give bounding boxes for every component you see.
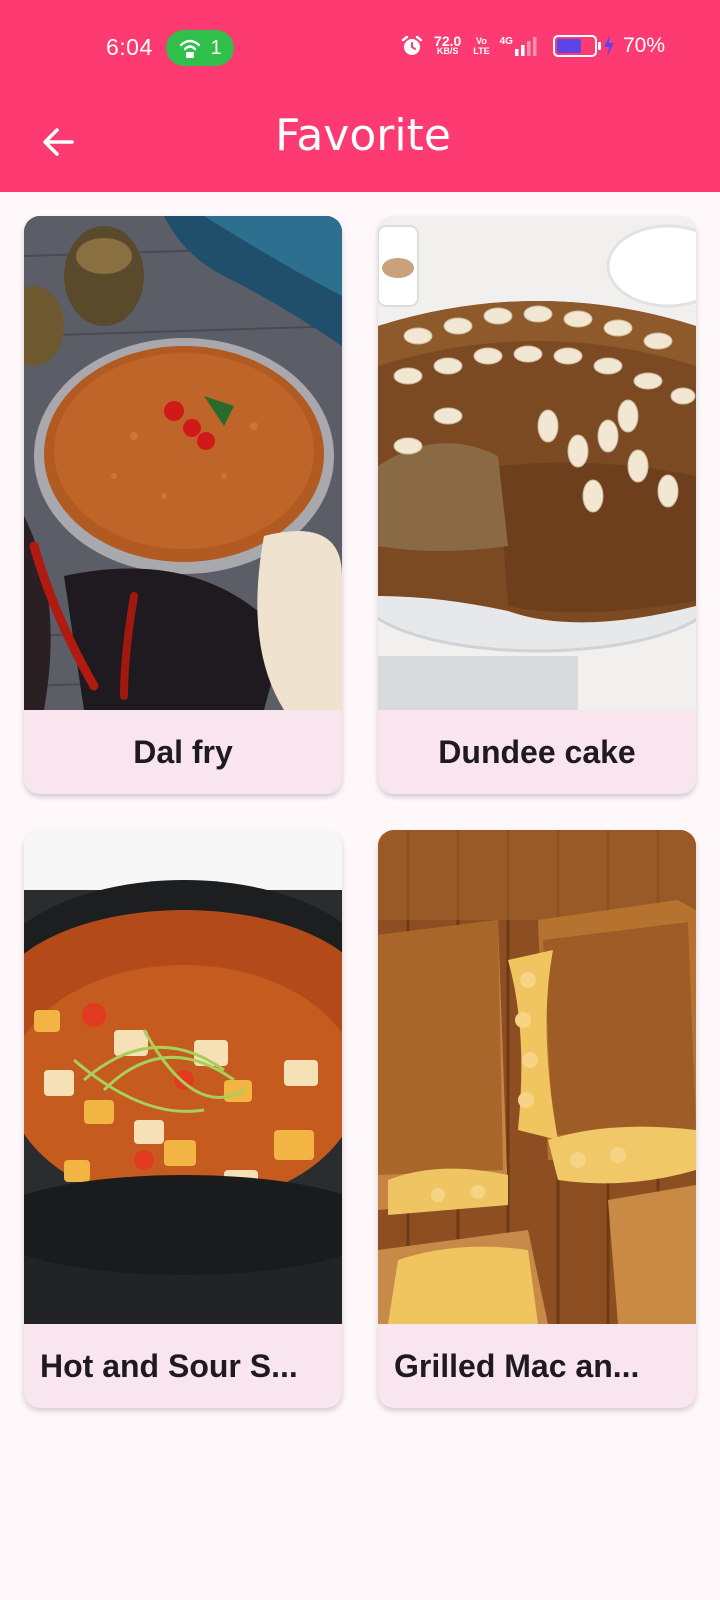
hot-and-sour-soup-illustration — [24, 830, 342, 1324]
favorite-card-title: Grilled Mac an... — [378, 1324, 696, 1408]
dal-fry-photo — [24, 216, 342, 710]
net-speed-value: 72.0 — [434, 33, 462, 49]
dal-fry-illustration — [24, 216, 342, 710]
dundee-cake-illustration — [378, 216, 696, 710]
hotspot-count: 1 — [210, 36, 222, 59]
favorite-card[interactable]: Grilled Mac an... — [378, 830, 696, 1408]
favorite-card[interactable]: Dal fry — [24, 216, 342, 794]
page-title: Favorite — [275, 110, 451, 161]
volte-indicator: Vo LTE — [473, 36, 489, 56]
net-speed: 72.0 KB/S — [434, 33, 462, 56]
top-bar: 6:04 1 72.0 KB/S Vo LTE 4G 70% Favorite — [0, 0, 720, 192]
volte-bottom: LTE — [473, 46, 490, 56]
favorite-card[interactable]: Dundee cake — [378, 216, 696, 794]
alarm-icon — [401, 35, 423, 55]
dundee-cake-photo — [378, 216, 696, 710]
battery-icon — [552, 35, 601, 57]
net-speed-unit: KB/S — [436, 46, 459, 56]
network-type: 4G — [499, 36, 513, 47]
favorite-card-title-text: Dundee cake — [438, 733, 636, 770]
favorite-card-title-text: Grilled Mac an... — [394, 1347, 640, 1384]
battery-percent: 70% — [622, 34, 665, 57]
hot-and-sour-soup-photo — [24, 830, 342, 1324]
favorite-card-title: Hot and Sour S... — [24, 1324, 342, 1408]
signal-icon: 4G — [500, 36, 537, 56]
favorite-card[interactable]: Hot and Sour S... — [24, 830, 342, 1408]
favorite-card-title: Dal fry — [24, 710, 342, 794]
battery-fill — [556, 39, 581, 53]
favorite-card-title: Dundee cake — [378, 710, 696, 794]
hotspot-indicator: 1 — [166, 30, 234, 66]
status-bar: 6:04 1 72.0 KB/S Vo LTE 4G 70% — [0, 0, 720, 96]
grilled-mac-and-cheese-illustration — [378, 830, 696, 1324]
grilled-mac-and-cheese-photo — [378, 830, 696, 1324]
volte-top: Vo — [476, 36, 487, 46]
charging-icon — [603, 35, 614, 57]
status-time: 6:04 — [106, 34, 153, 60]
app-bar: Favorite — [0, 96, 720, 192]
hotspot-icon — [180, 39, 201, 58]
favorite-card-title-text: Dal fry — [133, 733, 233, 770]
favorite-card-title-text: Hot and Sour S... — [40, 1347, 298, 1384]
status-icons: 72.0 KB/S Vo LTE 4G 70% — [400, 34, 665, 58]
signal-bars-icon — [514, 37, 537, 56]
